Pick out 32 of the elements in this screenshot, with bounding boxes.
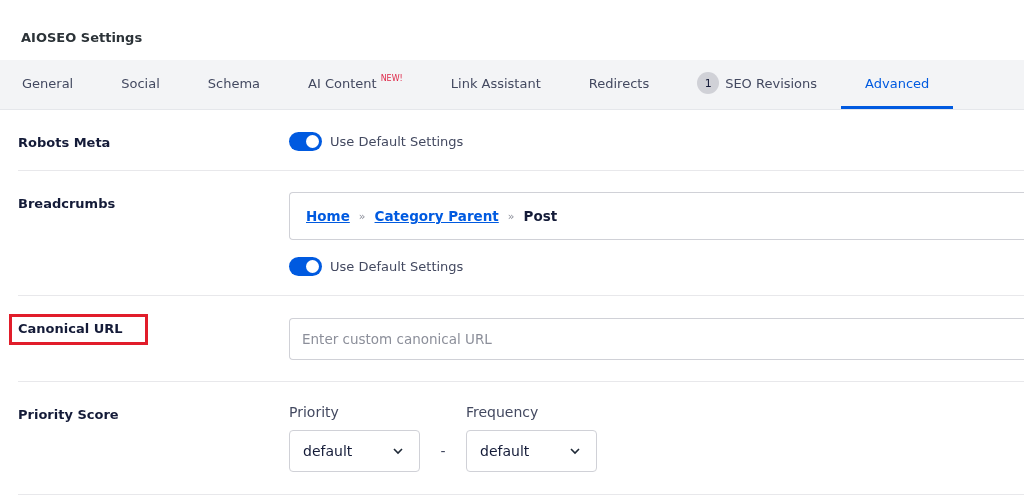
dropdown[interactable]: default [289,430,420,472]
breadcrumb-text: » [507,209,515,223]
tab[interactable]: 1 SEO Revisions [673,60,842,109]
setting-label: Robots Meta [18,135,111,150]
page-title: AIOSEO Settings [21,29,143,46]
tab[interactable]: Advanced [841,60,954,109]
breadcrumb-text: » [358,209,366,223]
chevron-down-icon [570,447,580,455]
setting-label: Priority Score [18,407,119,422]
toggle-switch[interactable] [289,257,322,276]
separator-text: - [439,442,447,461]
tab[interactable]: Schema [183,60,285,109]
select-label: Priority [289,404,340,420]
tab[interactable]: Link Assistant [426,60,565,109]
chevron-down-icon [393,447,403,455]
breadcrumb-link[interactable]: Home [306,208,350,224]
dropdown[interactable]: default [466,430,597,472]
setting-label: Breadcrumbs [18,196,116,211]
tab[interactable]: Social [97,60,184,109]
tab[interactable]: Redirects [564,60,674,109]
toggle-label: Use Default Settings [330,134,464,149]
select-label: Frequency [466,404,540,420]
canonical-url-field[interactable]: Enter custom canonical URL [289,318,1024,360]
toggle-switch[interactable] [289,132,322,151]
count-badge: 1 [697,72,720,94]
breadcrumb-link[interactable]: Category Parent [374,208,499,224]
setting-label: Canonical URL [9,314,148,345]
new-label: NEW! [380,74,403,83]
toggle-label: Use Default Settings [330,259,464,274]
breadcrumb-text: Post [523,208,558,224]
tab[interactable]: AI Content $^{NEW!}$ [284,60,427,109]
tab[interactable]: General [0,60,98,109]
